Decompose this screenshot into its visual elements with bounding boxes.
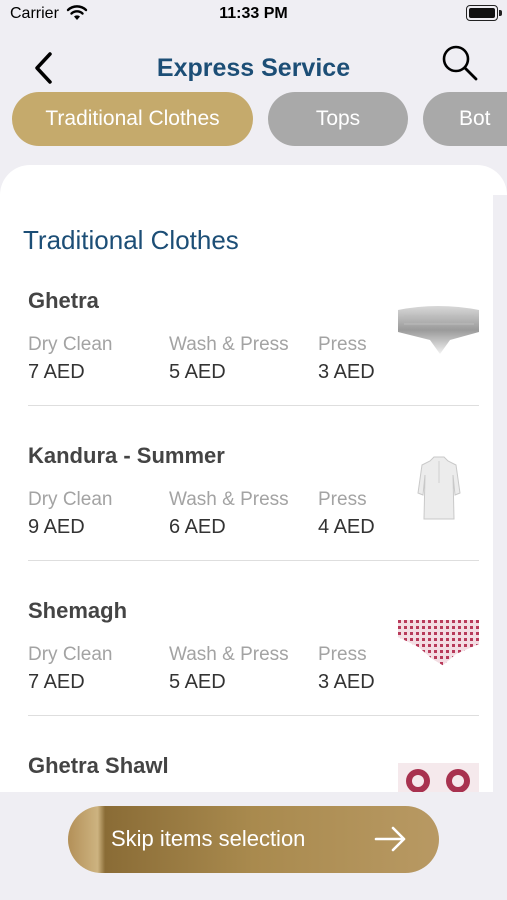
item-name: Kandura - Summer (28, 443, 225, 468)
skip-items-label: Skip items selection (111, 826, 306, 851)
kandura-image (417, 456, 461, 520)
service-price: 7 AED (28, 361, 85, 383)
list-item[interactable]: Ghetra Dry Clean 7 AED Wash & Press 5 AE… (28, 288, 479, 443)
service-label: Press (318, 489, 367, 510)
list-item[interactable]: Shemagh Dry Clean 7 AED Wash & Press 5 A… (28, 598, 479, 753)
service-wash-press[interactable]: Wash & Press 6 AED (169, 489, 289, 539)
service-dry-clean[interactable]: Dry Clean 9 AED (28, 489, 112, 539)
service-dry-clean[interactable]: Dry Clean 7 AED (28, 334, 112, 384)
service-wash-press[interactable]: Wash & Press 5 AED (169, 334, 289, 384)
service-label: Wash & Press (169, 489, 289, 510)
divider (28, 560, 479, 561)
service-label: Dry Clean (28, 644, 113, 665)
service-price: 5 AED (169, 671, 226, 693)
service-price: 7 AED (28, 671, 85, 693)
service-press[interactable]: Press 4 AED (318, 489, 375, 539)
category-tabs: Traditional Clothes Tops Bot (12, 92, 507, 148)
service-label: Wash & Press (169, 644, 289, 665)
section-title: Traditional Clothes (23, 225, 239, 255)
tab-traditional-clothes[interactable]: Traditional Clothes (12, 92, 253, 146)
service-price: 4 AED (318, 516, 375, 538)
service-price: 6 AED (169, 516, 226, 538)
service-label: Press (318, 334, 367, 355)
clock: 11:33 PM (219, 5, 288, 22)
battery-icon (466, 5, 502, 21)
arrow-right-icon (374, 826, 406, 852)
skip-items-button[interactable]: Skip items selection (68, 806, 439, 873)
nav-header: Express Service (0, 40, 507, 98)
service-price: 3 AED (318, 671, 375, 693)
item-name: Ghetra Shawl (28, 753, 169, 778)
page-title: Express Service (156, 54, 351, 82)
service-label: Wash & Press (169, 334, 289, 355)
service-price: 5 AED (169, 361, 226, 383)
status-bar: Carrier 11:33 PM (0, 0, 507, 28)
items-card: Traditional Clothes Ghetra Dry Clean 7 A… (0, 165, 507, 900)
shemagh-image (398, 620, 479, 667)
service-dry-clean[interactable]: Dry Clean 7 AED (28, 644, 112, 694)
tab-tops[interactable]: Tops (268, 92, 408, 146)
service-label: Dry Clean (28, 334, 113, 355)
service-press[interactable]: Press 3 AED (318, 644, 375, 694)
ghetra-image (398, 306, 479, 354)
divider (28, 715, 479, 716)
divider (28, 405, 479, 406)
tab-bottoms[interactable]: Bot (423, 92, 507, 146)
service-wash-press[interactable]: Wash & Press 5 AED (169, 644, 289, 694)
service-label: Dry Clean (28, 489, 113, 510)
item-name: Ghetra (28, 288, 99, 313)
item-name: Shemagh (28, 598, 128, 623)
service-price: 3 AED (318, 361, 375, 383)
service-price: 9 AED (28, 516, 85, 538)
search-icon (442, 45, 478, 81)
service-press[interactable]: Press 3 AED (318, 334, 375, 384)
list-item[interactable]: Kandura - Summer Dry Clean 9 AED Wash & … (28, 443, 479, 598)
search-button[interactable] (438, 42, 480, 84)
service-label: Press (318, 644, 367, 665)
